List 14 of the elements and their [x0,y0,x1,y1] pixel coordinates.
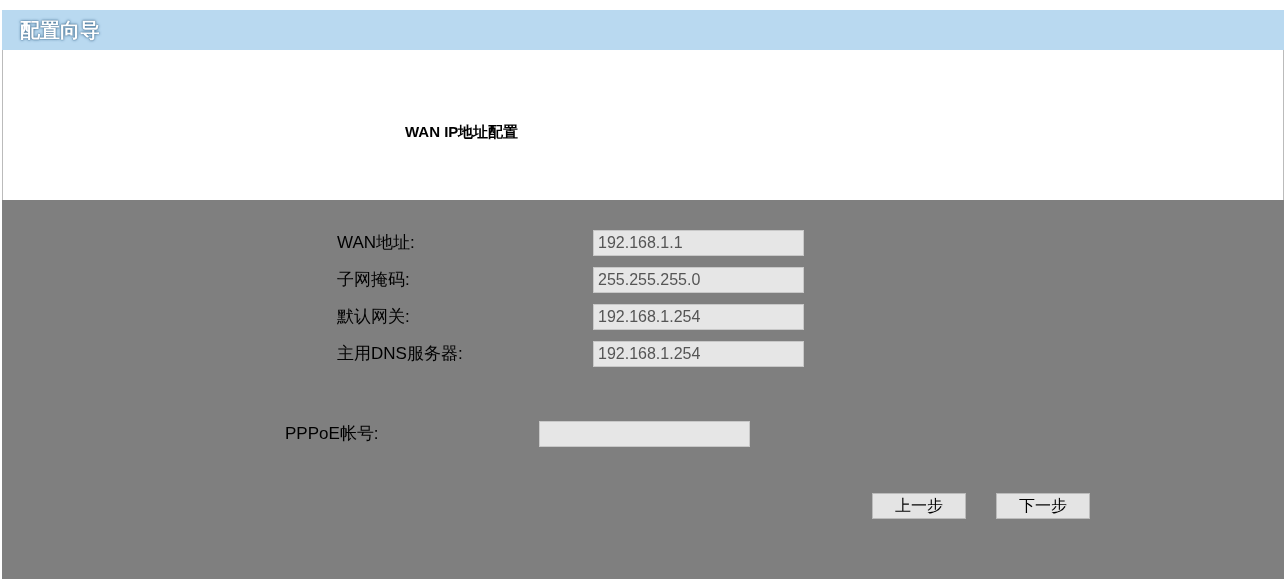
field-label: 子网掩码: [337,269,411,292]
section-title: WAN IP地址配置 [405,123,519,140]
field-label: 主用DNS服务器: [337,343,464,366]
input-field[interactable]: 192.168.1.254 [593,304,804,330]
field-label: WAN地址: [337,232,416,255]
window-title: 配置向导 [20,18,100,43]
field-label: PPPoE帐号: [285,423,380,446]
step-button[interactable]: 上一步 [872,493,966,519]
input-field[interactable]: 192.168.1.254 [593,341,804,367]
input-field[interactable] [539,421,750,447]
step-button[interactable]: 下一步 [996,493,1090,519]
input-field[interactable]: 192.168.1.1 [593,230,804,256]
input-field[interactable]: 255.255.255.0 [593,267,804,293]
field-label: 默认网关: [337,306,411,329]
